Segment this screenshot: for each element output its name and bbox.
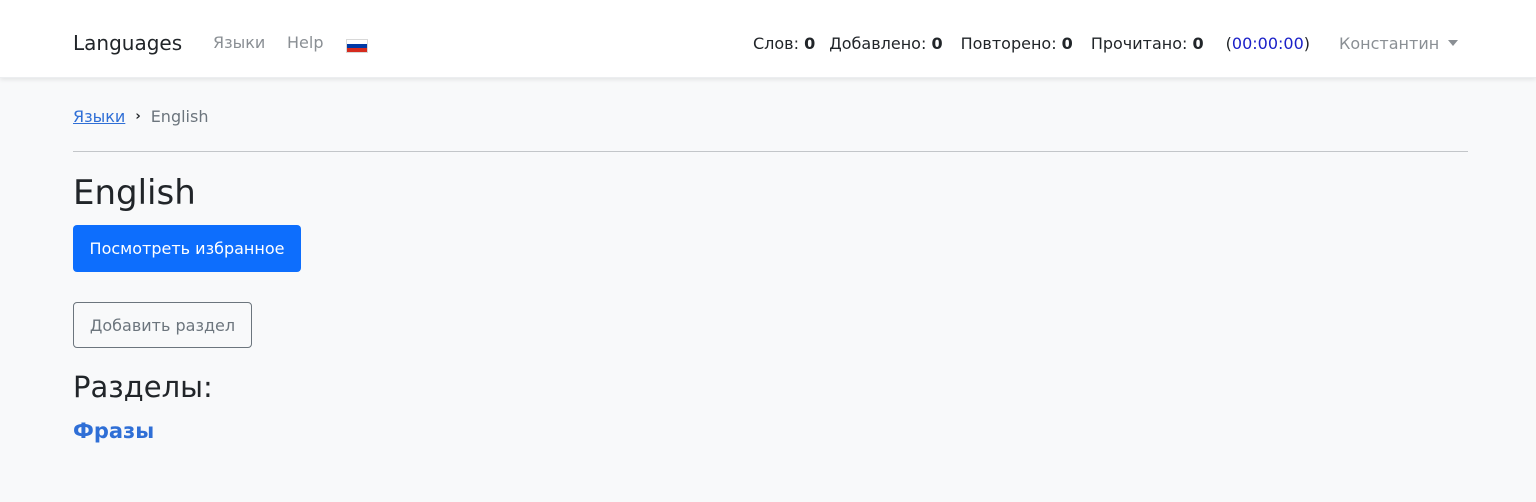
chevron-right-icon: › xyxy=(135,108,141,124)
add-section-button[interactable]: Добавить раздел xyxy=(73,302,252,348)
page-title: English xyxy=(73,173,196,213)
view-favorites-button[interactable]: Посмотреть избранное xyxy=(73,225,301,272)
nav-link-languages[interactable]: Языки xyxy=(213,32,265,54)
breadcrumb-link-languages[interactable]: Языки xyxy=(73,107,125,126)
stats-bar: Слов: 0 Добавлено: 0 Повторено: 0 Прочит… xyxy=(753,31,1310,55)
user-menu-dropdown[interactable]: Константин xyxy=(1339,31,1459,55)
caret-down-icon xyxy=(1448,40,1459,46)
sections-heading: Разделы: xyxy=(73,370,213,404)
nav-link-help[interactable]: Help xyxy=(287,32,323,54)
timer-value: 00:00:00 xyxy=(1231,33,1304,53)
session-timer: (00:00:00) xyxy=(1225,33,1310,53)
stat-words: Слов: 0 xyxy=(752,33,816,53)
user-name: Константин xyxy=(1339,33,1440,53)
stat-added: Добавлено: 0 xyxy=(829,33,943,53)
brand-link[interactable]: Languages xyxy=(73,29,182,57)
russia-flag-icon[interactable] xyxy=(346,39,368,53)
stat-repeated: Повторено: 0 xyxy=(960,33,1073,53)
section-link-phrases[interactable]: Фразы xyxy=(73,417,154,445)
breadcrumb: Языки › English xyxy=(73,104,208,128)
stat-read: Прочитано: 0 xyxy=(1090,33,1204,53)
top-navbar: Languages Языки Help Слов: 0 Добавлено: … xyxy=(0,0,1536,78)
breadcrumb-current: English xyxy=(150,106,209,126)
divider xyxy=(73,151,1468,152)
